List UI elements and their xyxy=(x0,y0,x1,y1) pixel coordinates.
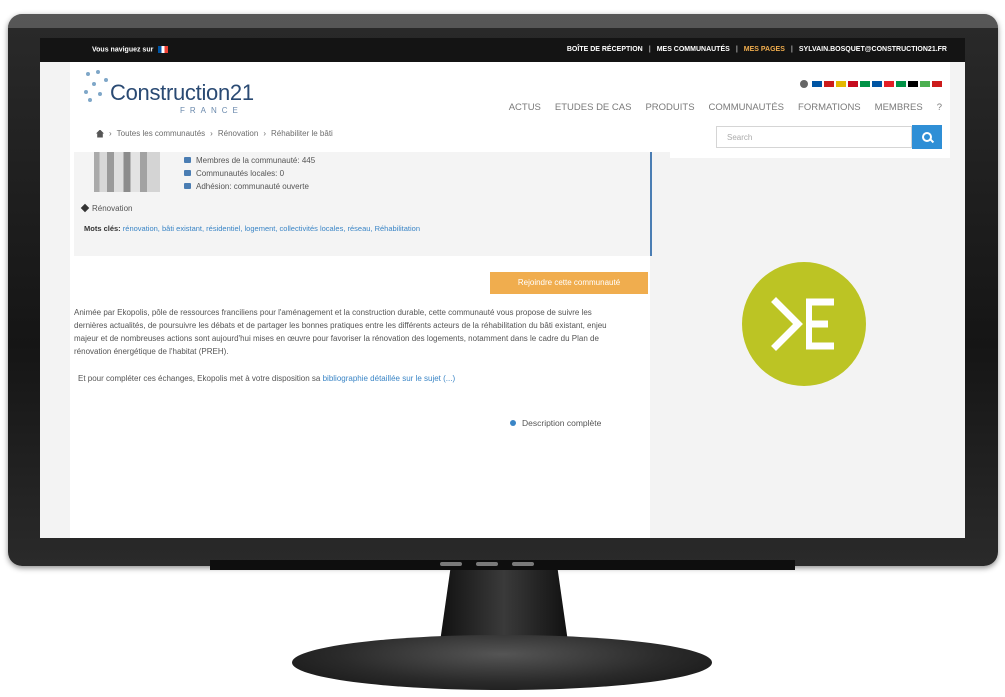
monitor-button xyxy=(512,562,534,566)
sidebar xyxy=(670,152,950,538)
menu-item-help[interactable]: ? xyxy=(937,102,942,113)
monitor-stand-neck xyxy=(440,570,568,642)
language-flag-icon[interactable] xyxy=(908,81,918,87)
search-button[interactable] xyxy=(912,125,942,149)
construction21-logo[interactable]: Construction21 FRANCE xyxy=(82,68,262,118)
bibliography-link[interactable]: bibliographie détaillée sur le sujet (..… xyxy=(323,374,456,383)
language-flag-icon[interactable] xyxy=(812,81,822,87)
monitor-stand-base xyxy=(292,635,712,690)
search-icon xyxy=(922,132,932,142)
breadcrumb-current: Réhabiliter le bâti xyxy=(271,129,333,138)
join-community-button[interactable]: Rejoindre cette communauté xyxy=(490,272,648,294)
menu-item-actus[interactable]: ACTUS xyxy=(509,102,541,113)
community-description: Animée par Ekopolis, pôle de ressources … xyxy=(74,308,607,356)
breadcrumb-separator: › xyxy=(109,129,112,138)
membership-icon xyxy=(184,183,191,189)
community-main: Membres de la communauté: 445 Communauté… xyxy=(70,152,652,538)
category-tag[interactable]: Rénovation xyxy=(80,203,132,213)
language-flag-icon[interactable] xyxy=(860,81,870,87)
monitor-button xyxy=(476,562,498,566)
ekopolis-logo-icon xyxy=(771,297,834,351)
my-pages-link[interactable]: MES PAGES xyxy=(744,46,785,53)
top-user-bar: Vous naviguez sur BOÎTE DE RÉCEPTION | M… xyxy=(40,38,965,62)
my-communities-link[interactable]: MES COMMUNAUTÉS xyxy=(657,46,730,53)
user-account-link[interactable]: SYLVAIN.BOSQUET@CONSTRUCTION21.FR xyxy=(799,46,947,53)
breadcrumb-separator: › xyxy=(263,129,266,138)
site-header: Construction21 FRANCE ACTUS ETUDES DE CA… xyxy=(70,62,950,152)
monitor-highlight xyxy=(8,14,998,28)
language-selector xyxy=(800,80,942,88)
local-communities-count: Communautés locales: 0 xyxy=(184,167,315,180)
breadcrumb-renovation[interactable]: Rénovation xyxy=(218,129,258,138)
language-flag-icon[interactable] xyxy=(872,81,882,87)
community-info-box: Membres de la communauté: 445 Communauté… xyxy=(74,152,652,256)
bibliography-note: Et pour compléter ces échanges, Ekopolis… xyxy=(78,374,456,383)
browser-screen: Vous naviguez sur BOÎTE DE RÉCEPTION | M… xyxy=(40,38,965,538)
keywords: Mots clés: rénovation, bâti existant, ré… xyxy=(84,224,421,233)
menu-item-members[interactable]: MEMBRES xyxy=(875,102,923,113)
language-flag-icon[interactable] xyxy=(932,81,942,87)
plus-circle-icon xyxy=(510,420,516,426)
sidebar-card xyxy=(670,152,950,158)
main-menu: ACTUS ETUDES DE CAS PRODUITS COMMUNAUTÉS… xyxy=(509,102,942,113)
community-thumbnail xyxy=(94,152,160,192)
user-links: BOÎTE DE RÉCEPTION | MES COMMUNAUTÉS | M… xyxy=(567,46,947,53)
separator: | xyxy=(790,46,793,53)
ekopolis-logo[interactable] xyxy=(742,262,866,386)
language-flag-icon[interactable] xyxy=(920,81,930,87)
keyword-links[interactable]: rénovation, bâti existant, résidentiel, … xyxy=(123,224,420,233)
membership-type: Adhésion: communauté ouverte xyxy=(184,180,315,193)
monitor-buttons xyxy=(440,562,534,566)
france-flag-icon[interactable] xyxy=(158,46,169,53)
separator: | xyxy=(648,46,651,53)
members-icon xyxy=(184,157,191,163)
breadcrumb-all-communities[interactable]: Toutes les communautés xyxy=(117,129,206,138)
breadcrumb-separator: › xyxy=(210,129,213,138)
tag-icon xyxy=(80,203,90,213)
menu-item-communities[interactable]: COMMUNAUTÉS xyxy=(709,102,784,113)
monitor-button xyxy=(440,562,462,566)
brand-name: Construction21 xyxy=(110,80,254,105)
browsing-country: Vous naviguez sur xyxy=(92,46,169,53)
language-flag-icon[interactable] xyxy=(884,81,894,87)
inbox-link[interactable]: BOÎTE DE RÉCEPTION xyxy=(567,46,643,53)
local-communities-icon xyxy=(184,170,191,176)
breadcrumb-bar: › Toutes les communautés › Rénovation › … xyxy=(70,120,950,152)
brand-country: FRANCE xyxy=(180,106,243,115)
separator: | xyxy=(735,46,738,53)
menu-item-trainings[interactable]: FORMATIONS xyxy=(798,102,861,113)
members-count: Membres de la communauté: 445 xyxy=(184,154,315,167)
home-icon[interactable] xyxy=(96,129,104,138)
language-flag-icon[interactable] xyxy=(836,81,846,87)
language-flag-icon[interactable] xyxy=(896,81,906,87)
breadcrumb: › Toutes les communautés › Rénovation › … xyxy=(96,129,333,138)
language-flag-icon[interactable] xyxy=(848,81,858,87)
globe-icon[interactable] xyxy=(800,80,808,88)
community-stats: Membres de la communauté: 445 Communauté… xyxy=(184,154,315,193)
full-description-link[interactable]: Description complète xyxy=(510,418,601,428)
search-input[interactable]: Search xyxy=(716,126,912,148)
menu-item-case-studies[interactable]: ETUDES DE CAS xyxy=(555,102,632,113)
language-flag-icon[interactable] xyxy=(824,81,834,87)
menu-item-products[interactable]: PRODUITS xyxy=(645,102,694,113)
